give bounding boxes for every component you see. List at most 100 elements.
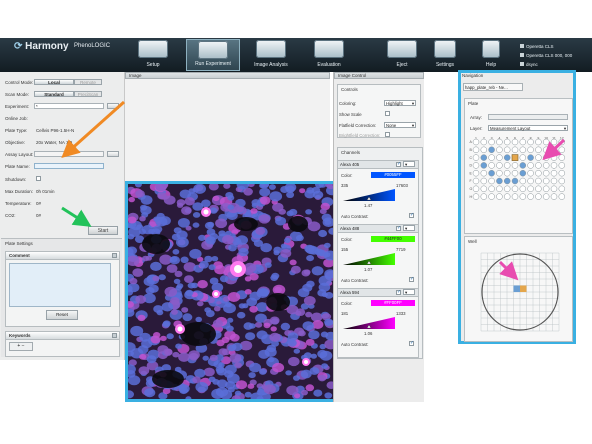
channel-histogram[interactable]: [343, 189, 395, 201]
cell-nucleus: [225, 381, 236, 390]
scan-mode-preciscan[interactable]: PreciScan: [74, 91, 102, 97]
cell-nucleus: [137, 345, 149, 354]
background-gap: [234, 217, 258, 231]
cell-nucleus: [132, 268, 144, 277]
toolbar-help-button[interactable]: Help: [468, 39, 514, 71]
reset-button[interactable]: Reset: [46, 310, 78, 320]
plate-name-field[interactable]: [34, 163, 104, 169]
plate-well: [558, 169, 566, 177]
plate-well: [527, 162, 534, 169]
auto-contrast-checkbox[interactable]: [409, 340, 414, 346]
cell-nucleus: [288, 208, 298, 216]
plate-well: [488, 185, 495, 193]
cell-nucleus: [303, 352, 312, 359]
toolbar-image-analysis-button[interactable]: Image Analysis: [244, 39, 298, 71]
channel-menu-dropdown[interactable]: ▾: [403, 289, 415, 295]
navigation-plate-tab[interactable]: happ_plate_reb - Ne...: [463, 83, 523, 91]
plate-well: [480, 177, 488, 185]
cell-nucleus: [195, 316, 202, 323]
cell-nucleus: [138, 366, 150, 375]
setup-icon: [138, 40, 168, 58]
channel-color-swatch[interactable]: #0055FF: [371, 172, 415, 178]
channel-histogram[interactable]: [343, 253, 395, 265]
cell-nucleus: [162, 321, 171, 328]
cell-nucleus: [212, 195, 220, 202]
cell-nucleus: [280, 249, 292, 258]
toolbar-evaluation-button[interactable]: Evaluation: [302, 39, 356, 71]
start-button[interactable]: Start: [88, 226, 118, 235]
brightfield-checkbox[interactable]: [385, 132, 390, 137]
channel-visible-checkbox[interactable]: [396, 161, 401, 168]
channel-color-swatch[interactable]: #FF00FF: [371, 300, 415, 306]
cell-nucleus: [178, 352, 190, 362]
show-scale-checkbox[interactable]: [385, 111, 390, 116]
channel-menu-dropdown[interactable]: ▾: [403, 225, 415, 231]
plate-well: [472, 185, 480, 193]
cell-nucleus: [223, 303, 236, 314]
auto-contrast-checkbox[interactable]: [409, 276, 414, 282]
experiment-browse-button[interactable]: [107, 103, 119, 109]
channel-visible-checkbox[interactable]: [396, 225, 401, 232]
plate-well: [535, 138, 542, 146]
assay-layout-browse-button[interactable]: [107, 151, 119, 157]
plate-well: [496, 185, 503, 193]
control-mode-local[interactable]: Local: [34, 79, 74, 85]
channel-gamma: 1.47: [364, 203, 373, 208]
cell-nucleus: [250, 208, 258, 214]
cell-nucleus: [212, 319, 223, 328]
toolbar-setup-button[interactable]: Setup: [126, 39, 180, 71]
cell-nucleus: [312, 190, 324, 199]
cell-nucleus: [308, 330, 320, 340]
cell-nucleus: [227, 204, 235, 210]
experiment-field[interactable]: *: [34, 103, 104, 109]
scan-mode-standard[interactable]: Standard: [34, 91, 74, 97]
toolbar-settings-button[interactable]: Settings: [422, 39, 468, 71]
plate-well: [503, 185, 511, 193]
cell-nucleus: [236, 235, 248, 245]
cell-nucleus: [193, 184, 206, 194]
auto-contrast-checkbox[interactable]: [409, 212, 414, 218]
plate-well: [472, 193, 480, 200]
well-field-map[interactable]: [475, 247, 565, 337]
background-gap: [288, 216, 308, 232]
plate-well: [511, 185, 519, 193]
flatfield-dropdown[interactable]: None ▾: [384, 122, 416, 128]
plate-well: [519, 185, 527, 193]
cell-nucleus: [238, 247, 249, 257]
plate-well: [480, 162, 488, 169]
channel-menu-dropdown[interactable]: ▾: [403, 161, 415, 167]
assay-layout-field[interactable]: [34, 151, 104, 157]
toolbar-eject-button[interactable]: Eject: [375, 39, 429, 71]
comment-textarea[interactable]: [9, 263, 111, 307]
channel-histogram[interactable]: [343, 317, 395, 329]
cell-nucleus: [324, 392, 333, 399]
cell-nucleus: [139, 353, 147, 360]
collapse-icon[interactable]: [112, 253, 117, 258]
add-keyword-button[interactable]: + −: [9, 342, 33, 351]
shutdown-checkbox[interactable]: [36, 176, 41, 181]
cell-nucleus: [135, 190, 145, 198]
channel-min: 335: [341, 183, 349, 188]
background-gap: [266, 293, 290, 311]
plate-well: [535, 162, 542, 169]
cell-nucleus: [237, 311, 246, 319]
control-mode-remote[interactable]: Remote: [74, 79, 102, 85]
microscopy-image[interactable]: [125, 181, 336, 402]
toolbar-run-experiment-button[interactable]: Run Experiment: [186, 39, 240, 71]
controls-section: Controls: [337, 84, 421, 138]
coloring-dropdown[interactable]: Highlight ▾: [384, 100, 416, 106]
cell-nucleus: [140, 205, 152, 215]
cell-nucleus: [224, 370, 234, 378]
cell-nucleus: [228, 244, 237, 252]
plate-well: [550, 193, 558, 200]
channel-color-swatch[interactable]: #44FF00: [371, 236, 415, 242]
layer-dropdown[interactable]: Measurement Layout ▾: [488, 125, 568, 131]
collapse-icon[interactable]: [112, 333, 117, 338]
experiment-label: Experiment:: [5, 104, 30, 109]
plate-map[interactable]: 1 2 3 4 5 6 7 8 9 10 11 12ABCDEFGH: [468, 136, 570, 211]
cell-nucleus: [171, 309, 178, 315]
cell-nucleus: [258, 214, 271, 224]
channel-visible-checkbox[interactable]: [396, 289, 401, 296]
array-field[interactable]: [488, 114, 568, 120]
cell-nucleus: [300, 369, 312, 379]
